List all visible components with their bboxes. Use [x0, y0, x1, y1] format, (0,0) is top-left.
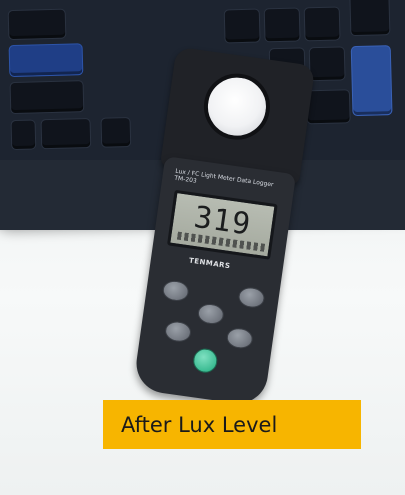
- caption-text: After Lux Level: [121, 412, 278, 437]
- meter-button: [237, 285, 266, 310]
- power-button: [191, 347, 219, 375]
- keyboard-key: [349, 0, 391, 37]
- keyboard-key: [8, 43, 84, 78]
- keyboard-key: [10, 119, 37, 151]
- meter-button: [161, 279, 190, 303]
- keyboard-key: [40, 118, 92, 150]
- keyboard-key: [9, 80, 85, 115]
- meter-button: [163, 319, 193, 344]
- photo: Lux / FC Light Meter Data Logger TM-203 …: [0, 0, 405, 495]
- meter-button: [196, 302, 226, 326]
- meter-brand: TENMARS: [188, 256, 231, 271]
- light-sensor-dome: [199, 69, 275, 144]
- meter-lcd: 319: [166, 189, 278, 260]
- keyboard-key: [303, 6, 341, 42]
- caption-box: After Lux Level: [103, 400, 361, 449]
- keyboard-key: [223, 8, 261, 44]
- keyboard-key: [7, 8, 67, 41]
- meter-body: Lux / FC Light Meter Data Logger TM-203 …: [132, 156, 297, 408]
- keyboard-key: [263, 7, 301, 43]
- meter-button: [225, 326, 255, 350]
- keyboard-key: [350, 45, 393, 117]
- keyboard-key: [100, 116, 132, 148]
